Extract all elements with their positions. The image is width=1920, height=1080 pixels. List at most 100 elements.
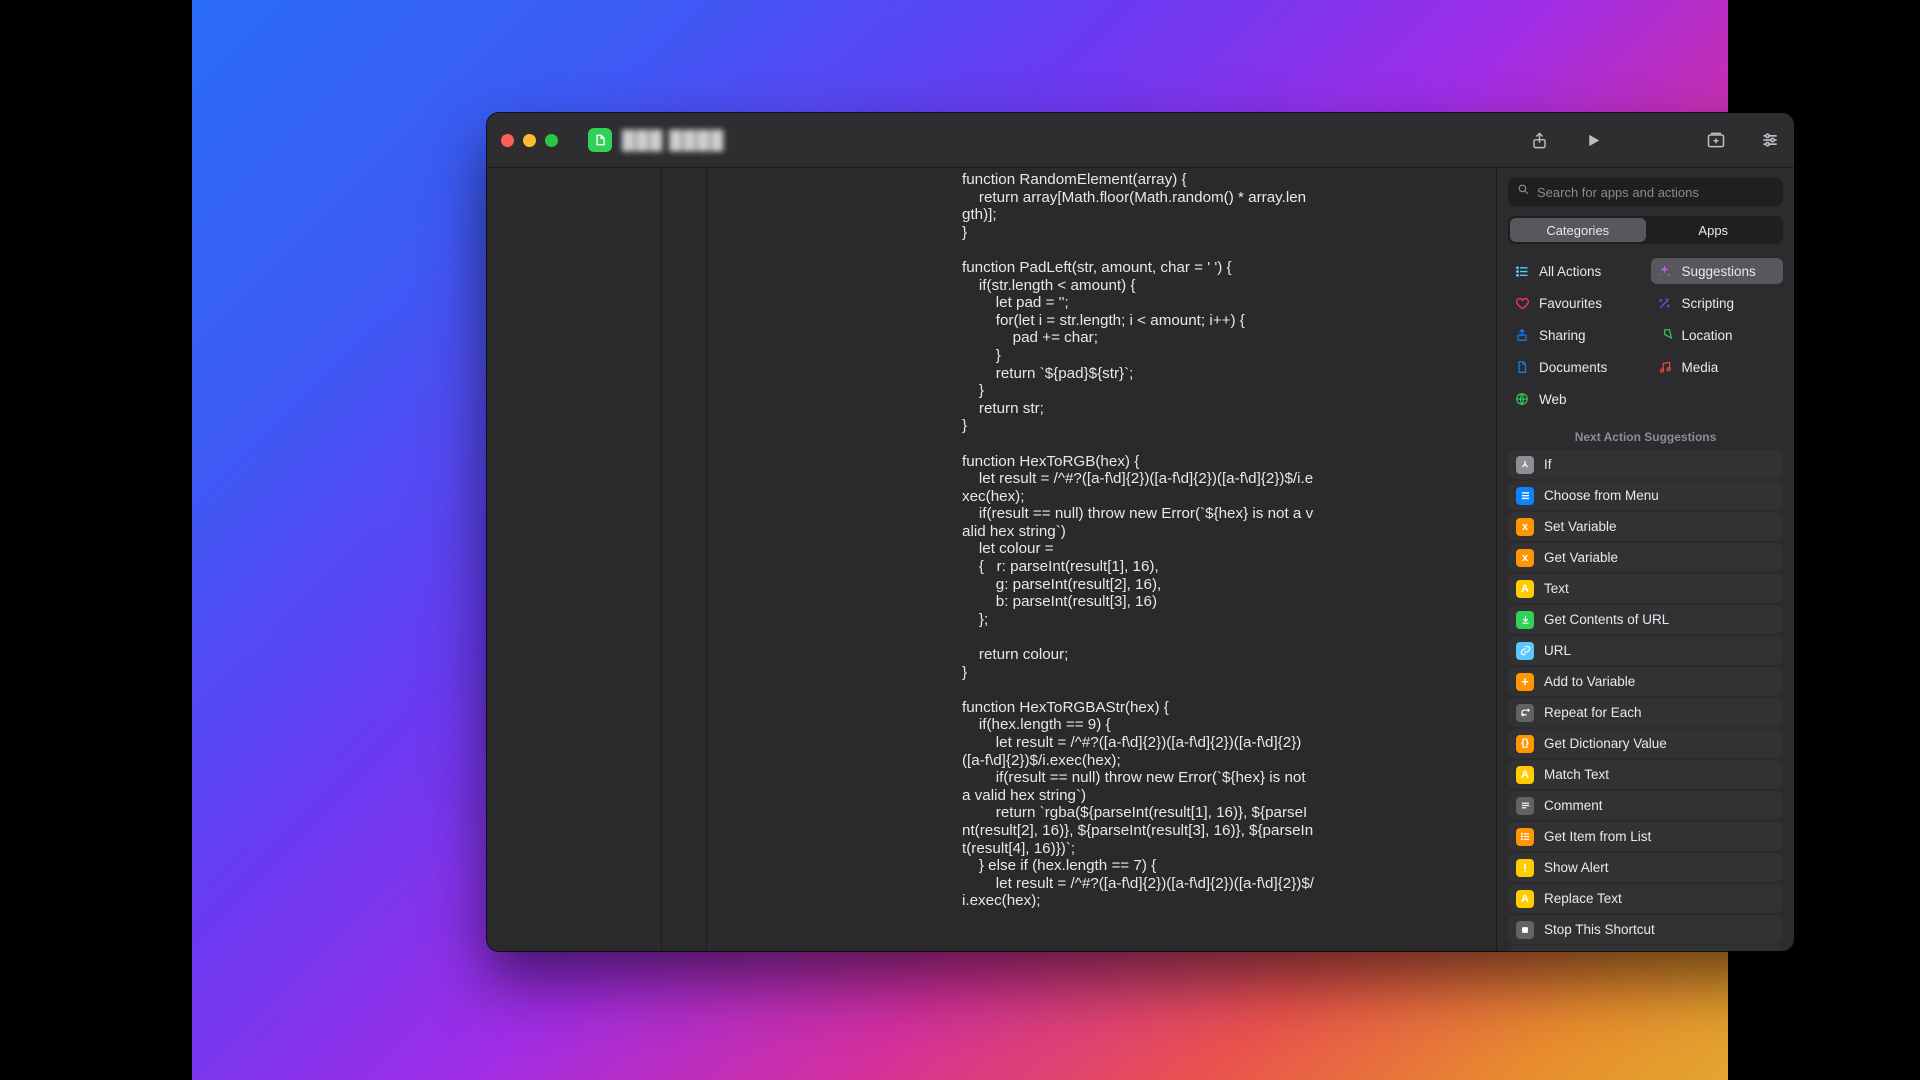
shortcut-icon <box>588 128 612 152</box>
action-choose-from-menu[interactable]: Choose from Menu <box>1508 481 1783 510</box>
action-set-variable[interactable]: x Set Variable <box>1508 512 1783 541</box>
action-icon <box>1516 456 1534 474</box>
category-script[interactable]: Scripting <box>1651 290 1784 316</box>
toolbar-right <box>1529 130 1780 150</box>
action-label: URL <box>1544 643 1571 658</box>
action-label: Repeat for Each <box>1544 705 1642 720</box>
category-label: All Actions <box>1539 264 1601 279</box>
action-get-variable[interactable]: x Get Variable <box>1508 543 1783 572</box>
category-label: Suggestions <box>1682 264 1756 279</box>
action-icon <box>1516 611 1534 629</box>
action-icon: A <box>1516 890 1534 908</box>
traffic-lights <box>501 134 558 147</box>
action-comment[interactable]: Comment <box>1508 791 1783 820</box>
code-text[interactable]: function RandomElement(array) { return a… <box>962 171 1314 910</box>
settings-icon[interactable] <box>1760 130 1780 150</box>
category-grid: All Actions Suggestions Favourites Scriptin… <box>1508 258 1783 412</box>
run-icon[interactable] <box>1583 130 1603 150</box>
category-share[interactable]: Sharing <box>1508 322 1641 348</box>
action-if[interactable]: If <box>1508 450 1783 479</box>
action-replace-text[interactable]: A Replace Text <box>1508 884 1783 913</box>
maximize-button[interactable] <box>545 134 558 147</box>
category-label: Favourites <box>1539 296 1602 311</box>
action-label: Add to Variable <box>1544 674 1635 689</box>
action-icon: A <box>1516 766 1534 784</box>
category-fav[interactable]: Favourites <box>1508 290 1641 316</box>
app-title-area: ███ ████ <box>588 128 724 152</box>
action-icon <box>1516 704 1534 722</box>
share-icon[interactable] <box>1529 130 1549 150</box>
editor-gutter-1 <box>487 168 662 951</box>
action-count[interactable]: #Count <box>1508 946 1783 951</box>
action-get-item-from-list[interactable]: Get Item from List <box>1508 822 1783 851</box>
action-label: Replace Text <box>1544 891 1622 906</box>
doc-icon <box>1514 359 1530 375</box>
search-icon <box>1517 183 1530 201</box>
action-icon <box>1516 828 1534 846</box>
segmented-control[interactable]: Categories Apps <box>1508 216 1783 244</box>
category-sugg[interactable]: Suggestions <box>1651 258 1784 284</box>
category-media[interactable]: Media <box>1651 354 1784 380</box>
category-label: Media <box>1682 360 1719 375</box>
action-label: If <box>1544 457 1552 472</box>
titlebar: ███ ████ <box>487 113 1794 168</box>
action-icon: x <box>1516 549 1534 567</box>
action-icon: x <box>1516 518 1534 536</box>
action-icon <box>1516 642 1534 660</box>
suggestions-header: Next Action Suggestions <box>1497 430 1794 444</box>
action-stop-this-shortcut[interactable]: Stop This Shortcut <box>1508 915 1783 944</box>
action-label: Comment <box>1544 798 1603 813</box>
category-label: Location <box>1682 328 1733 343</box>
category-label: Scripting <box>1682 296 1735 311</box>
action-label: Get Dictionary Value <box>1544 736 1667 751</box>
category-all[interactable]: All Actions <box>1508 258 1641 284</box>
segment-categories[interactable]: Categories <box>1510 218 1646 242</box>
stage: ███ ████ <box>0 0 1920 1080</box>
action-get-contents-of-url[interactable]: Get Contents of URL <box>1508 605 1783 634</box>
category-label: Web <box>1539 392 1567 407</box>
editor-pane: function RandomElement(array) { return a… <box>487 168 1496 951</box>
shortcut-name-blurred: ███ ████ <box>622 130 724 151</box>
action-icon <box>1516 487 1534 505</box>
action-repeat-for-each[interactable]: Repeat for Each <box>1508 698 1783 727</box>
action-label: Get Variable <box>1544 550 1618 565</box>
code-action-block[interactable]: function RandomElement(array) { return a… <box>962 168 1314 951</box>
action-add-to-variable[interactable]: +Add to Variable <box>1508 667 1783 696</box>
action-label: Set Variable <box>1544 519 1617 534</box>
window-body: function RandomElement(array) { return a… <box>487 168 1794 951</box>
actions-sidebar: Categories Apps All Actions Suggestions Fa… <box>1496 168 1794 951</box>
suggestions-list[interactable]: If Choose from Menu x Set Variable x Get Vari… <box>1497 450 1794 951</box>
close-button[interactable] <box>501 134 514 147</box>
minimize-button[interactable] <box>523 134 536 147</box>
category-loc[interactable]: Location <box>1651 322 1784 348</box>
code-column: function RandomElement(array) { return a… <box>707 168 1496 951</box>
action-show-alert[interactable]: !Show Alert <box>1508 853 1783 882</box>
action-label: Stop This Shortcut <box>1544 922 1655 937</box>
action-icon <box>1516 921 1534 939</box>
action-label: Match Text <box>1544 767 1609 782</box>
category-label: Sharing <box>1539 328 1586 343</box>
action-icon: {} <box>1516 735 1534 753</box>
category-web[interactable]: Web <box>1508 386 1641 412</box>
action-label: Get Item from List <box>1544 829 1651 844</box>
desktop-wallpaper: ███ ████ <box>192 0 1728 1080</box>
search-field[interactable] <box>1508 178 1783 206</box>
action-label: Text <box>1544 581 1569 596</box>
action-icon: ! <box>1516 859 1534 877</box>
category-docs[interactable]: Documents <box>1508 354 1641 380</box>
action-text[interactable]: AText <box>1508 574 1783 603</box>
action-label: Get Contents of URL <box>1544 612 1669 627</box>
wand-icon <box>1657 295 1673 311</box>
action-get-dictionary-value[interactable]: {} Get Dictionary Value <box>1508 729 1783 758</box>
library-icon[interactable] <box>1706 130 1726 150</box>
category-label: Documents <box>1539 360 1607 375</box>
sparkle-icon <box>1657 263 1673 279</box>
search-input[interactable] <box>1537 185 1774 200</box>
share-icon <box>1514 327 1530 343</box>
editor-gutter-2 <box>662 168 707 951</box>
segment-apps[interactable]: Apps <box>1646 218 1782 242</box>
action-match-text[interactable]: A Match Text <box>1508 760 1783 789</box>
action-url[interactable]: URL <box>1508 636 1783 665</box>
action-label: Choose from Menu <box>1544 488 1659 503</box>
music-icon <box>1657 359 1673 375</box>
